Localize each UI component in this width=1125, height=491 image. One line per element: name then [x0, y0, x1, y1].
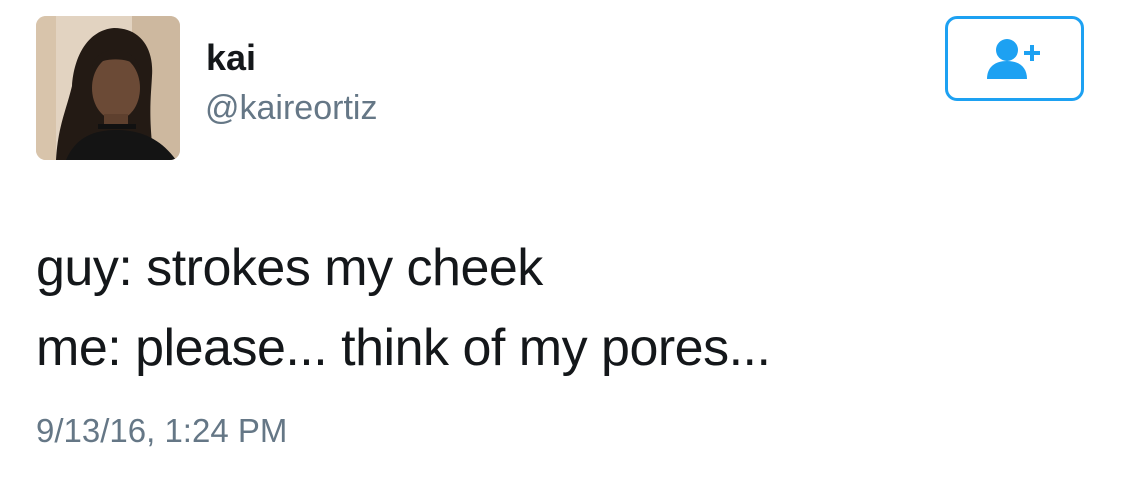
tweet-text: guy: strokes my cheek me: please... thin…	[36, 228, 1086, 388]
tweet-line: me: please... think of my pores...	[36, 319, 771, 377]
add-user-icon	[986, 38, 1040, 79]
avatar[interactable]	[36, 16, 180, 160]
tweet-timestamp[interactable]: 9/13/16, 1:24 PM	[36, 414, 287, 447]
profile-photo-icon	[36, 16, 180, 160]
display-name[interactable]: kai	[206, 40, 256, 76]
user-handle[interactable]: @kaireortiz	[205, 91, 377, 125]
follow-button[interactable]	[945, 16, 1084, 101]
tweet-line: guy: strokes my cheek	[36, 239, 543, 297]
